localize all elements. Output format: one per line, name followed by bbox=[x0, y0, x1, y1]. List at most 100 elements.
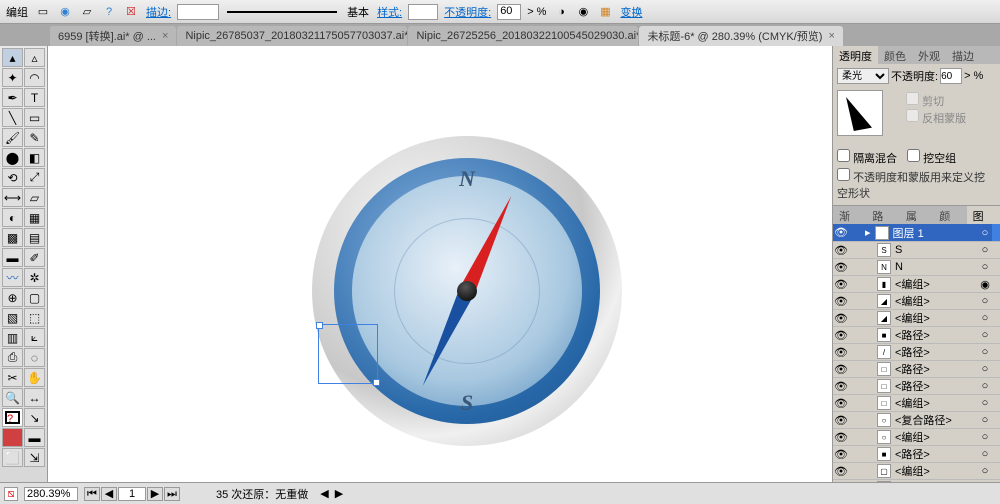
line-tool[interactable]: ╲ bbox=[2, 108, 23, 127]
rotate-tool[interactable]: ⟲ bbox=[2, 168, 23, 187]
target-icon[interactable]: ◉ bbox=[978, 278, 992, 291]
close-icon[interactable]: × bbox=[828, 30, 834, 42]
visibility-icon[interactable]: 👁 bbox=[833, 329, 849, 342]
doc-tab-0[interactable]: 6959 [转换].ai* @ ...× bbox=[50, 26, 176, 46]
align-icon[interactable]: ▦ bbox=[596, 3, 614, 21]
target-icon[interactable]: ○ bbox=[978, 465, 992, 477]
layer-row[interactable]: 👁□<路径>○ bbox=[833, 378, 1000, 395]
target-icon[interactable]: ○ bbox=[978, 380, 992, 392]
screen-mode[interactable]: ⬜ bbox=[2, 448, 23, 467]
close-icon[interactable]: × bbox=[162, 30, 168, 42]
target-icon[interactable]: ○ bbox=[978, 431, 992, 443]
scale-tool[interactable]: ⤢ bbox=[24, 168, 45, 187]
registration-icon[interactable]: ◉ bbox=[56, 3, 74, 21]
tab-color[interactable]: 颜色 bbox=[878, 46, 912, 64]
scroll-left-icon[interactable]: ◀ bbox=[320, 487, 328, 500]
free-transform-tool[interactable]: ▱ bbox=[24, 188, 45, 207]
target-icon[interactable]: ○ bbox=[978, 448, 992, 460]
panel-opacity-field[interactable] bbox=[940, 68, 962, 84]
target-icon[interactable]: ○ bbox=[978, 346, 992, 358]
visibility-icon[interactable]: 👁 bbox=[833, 346, 849, 359]
stroke-link[interactable]: 描边: bbox=[144, 4, 173, 20]
fill-indicator[interactable]: ? bbox=[2, 408, 23, 427]
slice-tool[interactable]: ▧ bbox=[2, 308, 23, 327]
canvas[interactable]: N S bbox=[48, 46, 832, 482]
color-mode[interactable] bbox=[2, 428, 23, 447]
width-tool[interactable]: ⟷ bbox=[2, 188, 23, 207]
next-artboard-button[interactable]: ▶ bbox=[147, 487, 163, 501]
visibility-icon[interactable]: 👁 bbox=[833, 312, 849, 325]
no-color-icon[interactable]: ▱ bbox=[78, 3, 96, 21]
opacity-link[interactable]: 不透明度: bbox=[442, 4, 493, 20]
layer-row[interactable]: 👁○<复合路径>○ bbox=[833, 412, 1000, 429]
visibility-icon[interactable]: 👁 bbox=[833, 431, 849, 444]
swap-tool[interactable]: ↔ bbox=[24, 388, 45, 407]
gradient-mode[interactable]: ▬ bbox=[24, 428, 45, 447]
tab-appearance[interactable]: 外观 bbox=[912, 46, 946, 64]
artboard-number[interactable]: 1 bbox=[118, 487, 146, 501]
layer-row[interactable]: 👁SS○ bbox=[833, 242, 1000, 259]
invert-checkbox[interactable]: 反相蒙版 bbox=[906, 109, 966, 126]
visibility-icon[interactable]: 👁 bbox=[833, 278, 849, 291]
stroke-weight-field[interactable] bbox=[177, 4, 219, 20]
layer-row[interactable]: 👁/<路径>○ bbox=[833, 344, 1000, 361]
fill-swatch-icon[interactable]: ▭ bbox=[34, 3, 52, 21]
target-icon[interactable]: ○ bbox=[978, 329, 992, 341]
doc-tab-1[interactable]: Nipic_26785037_20180321175057703037.ai* … bbox=[177, 26, 407, 46]
rectangle-tool[interactable]: ▭ bbox=[24, 108, 45, 127]
visibility-icon[interactable]: 👁 bbox=[833, 226, 849, 239]
first-artboard-button[interactable]: ⏮ bbox=[84, 487, 100, 501]
prev-artboard-button[interactable]: ◀ bbox=[101, 487, 117, 501]
hand-tool[interactable]: ⬚ bbox=[24, 308, 45, 327]
visibility-icon[interactable]: 👁 bbox=[833, 465, 849, 478]
layer-row[interactable]: 👁○<编组>○ bbox=[833, 429, 1000, 446]
target-icon[interactable]: ○ bbox=[978, 414, 992, 426]
visibility-icon[interactable]: 👁 bbox=[833, 363, 849, 376]
layer-row[interactable]: 👁■<路径>○ bbox=[833, 327, 1000, 344]
visibility-icon[interactable]: 👁 bbox=[833, 448, 849, 461]
selection-bounding-box[interactable] bbox=[318, 324, 378, 384]
hand-tool-2[interactable]: ✋ bbox=[24, 368, 45, 387]
layer-row[interactable]: 👁▮<编组>◉ bbox=[833, 276, 1000, 293]
gradient-tool[interactable]: ▬ bbox=[2, 248, 23, 267]
blend-tool[interactable]: 〰 bbox=[2, 268, 23, 287]
layer-row[interactable]: 👁◢<编组>○ bbox=[833, 293, 1000, 310]
target-icon[interactable]: ○ bbox=[978, 295, 992, 307]
zoom-field[interactable]: 280.39% bbox=[24, 487, 78, 501]
recolor-icon[interactable]: ◑ bbox=[552, 3, 570, 21]
magic-wand-tool[interactable]: ✦ bbox=[2, 68, 23, 87]
lasso-tool[interactable]: ◠ bbox=[24, 68, 45, 87]
zoom-tool[interactable]: 🔍 bbox=[2, 388, 23, 407]
stroke-indicator[interactable]: ↘ bbox=[24, 408, 45, 427]
visibility-icon[interactable]: 👁 bbox=[833, 261, 849, 274]
visibility-icon[interactable]: 👁 bbox=[833, 244, 849, 257]
visibility-icon[interactable]: 👁 bbox=[833, 397, 849, 410]
visibility-icon[interactable]: 👁 bbox=[833, 295, 849, 308]
doc-tab-2[interactable]: Nipic_26725256_20180322100545029030.ai* … bbox=[408, 26, 638, 46]
opacity-field[interactable]: 60 bbox=[497, 4, 521, 20]
type-tool[interactable]: T bbox=[24, 88, 45, 107]
layer-row[interactable]: 👁□<路径>○ bbox=[833, 361, 1000, 378]
last-artboard-button[interactable]: ⏭ bbox=[164, 487, 180, 501]
tab-colorguide[interactable]: 颜色 bbox=[933, 206, 966, 224]
tab-pathfinder[interactable]: 路径 bbox=[866, 206, 899, 224]
mask-preview[interactable] bbox=[837, 90, 883, 136]
paintbrush-tool[interactable]: 🖌 bbox=[2, 128, 23, 147]
selection-tool[interactable]: ▴ bbox=[2, 48, 23, 67]
target-icon[interactable]: ○ bbox=[978, 244, 992, 256]
layer-row[interactable]: 👁□<编组>○ bbox=[833, 395, 1000, 412]
live-paint-tool[interactable]: ▦ bbox=[24, 208, 45, 227]
tab-gradient[interactable]: 渐变 bbox=[833, 206, 866, 224]
mesh-tool[interactable]: ▤ bbox=[24, 228, 45, 247]
visibility-icon[interactable]: 👁 bbox=[833, 414, 849, 427]
doc-tab-3[interactable]: 未标题-6* @ 280.39% (CMYK/预览)× bbox=[639, 26, 842, 46]
tab-layers[interactable]: 图层 bbox=[967, 206, 1000, 224]
target-icon[interactable]: ○ bbox=[978, 312, 992, 324]
layer-row[interactable]: 👁NN○ bbox=[833, 259, 1000, 276]
knockout-checkbox[interactable]: 挖空组 bbox=[907, 149, 956, 166]
isolate-icon[interactable]: ◉ bbox=[574, 3, 592, 21]
direct-selection-tool[interactable]: ▵ bbox=[24, 48, 45, 67]
knockout-note-checkbox[interactable]: 不透明度和蒙版用来定义挖空形状 bbox=[837, 172, 985, 200]
pen-tool[interactable]: ✒ bbox=[2, 88, 23, 107]
column-tool[interactable]: ▥ bbox=[2, 328, 23, 347]
